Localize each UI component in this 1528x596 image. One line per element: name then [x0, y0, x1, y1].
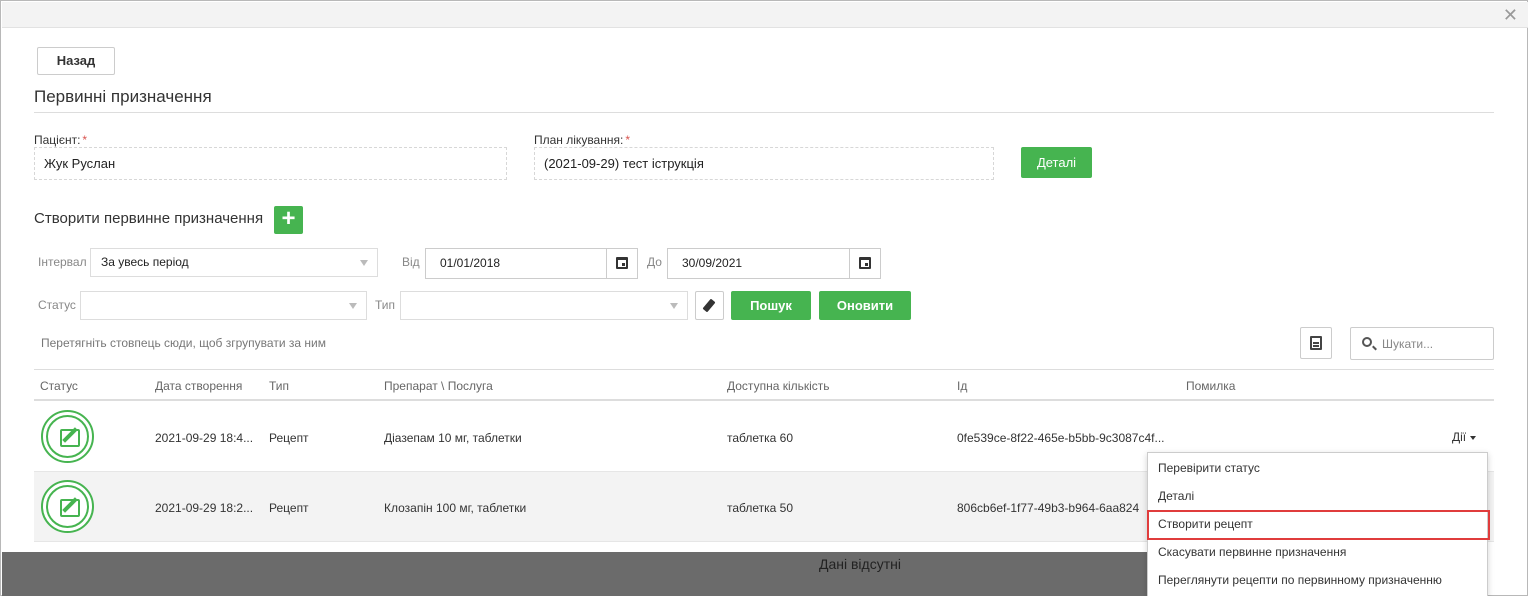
chevron-down-icon: [360, 260, 368, 266]
cell-id: 806cb6ef-1f77-49b3-b964-6aa824: [957, 501, 1140, 515]
menu-item-view-prescriptions[interactable]: Переглянути рецепти по первинному призна…: [1158, 573, 1442, 587]
chevron-down-icon: [670, 303, 678, 309]
group-by-hint: Перетягніть стовпець сюди, щоб згрупуват…: [41, 336, 326, 350]
page-title: Первинні призначення: [34, 87, 212, 106]
grid-header: Статус Дата створення Тип Препарат \ Пос…: [34, 369, 1494, 401]
patient-label-text: Пацієнт:: [34, 133, 81, 147]
title-divider: [34, 112, 1494, 113]
no-data-bar: [2, 552, 1147, 596]
from-date-input[interactable]: 01/01/2018: [425, 248, 638, 279]
patient-field[interactable]: Жук Руслан: [34, 147, 507, 180]
column-header-status[interactable]: Статус: [40, 379, 78, 393]
cell-date: 2021-09-29 18:4...: [155, 431, 254, 445]
column-header-quantity[interactable]: Доступна кількість: [727, 379, 830, 393]
modal-titlebar: ✕: [2, 2, 1528, 28]
edit-icon-ring: [46, 485, 89, 528]
chevron-down-icon: [349, 303, 357, 309]
clear-filters-button[interactable]: [695, 291, 724, 320]
status-label: Статус: [38, 298, 76, 312]
from-date-value: 01/01/2018: [440, 256, 501, 270]
column-header-type[interactable]: Тип: [269, 379, 289, 393]
row-actions-label: Дії: [1452, 430, 1467, 444]
back-button[interactable]: Назад: [37, 47, 115, 75]
from-calendar-button[interactable]: [606, 249, 637, 278]
modal-window: ✕ Назад Первинні призначення Пацієнт: * Ж…: [0, 0, 1528, 596]
export-button[interactable]: [1300, 327, 1332, 359]
plan-label: План лікування: *: [534, 133, 630, 147]
column-header-id[interactable]: Ід: [957, 379, 967, 393]
row-actions-button[interactable]: Дії: [1452, 430, 1477, 444]
menu-item-check-status[interactable]: Перевірити статус: [1158, 461, 1260, 475]
to-date-value: 30/09/2021: [682, 256, 743, 270]
cell-quantity: таблетка 60: [727, 431, 794, 445]
type-label: Тип: [375, 298, 396, 312]
plus-icon: +: [281, 205, 296, 232]
calendar-icon: [859, 257, 871, 269]
column-header-error[interactable]: Помилка: [1186, 379, 1235, 393]
eraser-icon: [702, 298, 716, 313]
search-icon: [1362, 337, 1372, 347]
calendar-icon: [616, 257, 628, 269]
menu-item-details[interactable]: Деталі: [1158, 489, 1194, 503]
plan-label-text: План лікування:: [534, 133, 624, 147]
required-mark: *: [82, 133, 88, 147]
patient-label: Пацієнт: *: [34, 133, 87, 147]
cell-type: Рецепт: [269, 431, 309, 445]
menu-item-cancel-primary[interactable]: Скасувати первинне призначення: [1158, 545, 1346, 559]
cell-drug: Клозапін 100 мг, таблетки: [384, 501, 527, 515]
edit-icon: [41, 410, 94, 463]
create-primary-label: Створити первинне призначення: [34, 210, 264, 227]
edit-icon-ring: [46, 415, 89, 458]
required-mark: *: [625, 133, 630, 147]
grid-search-placeholder: Шукати...: [1382, 337, 1434, 351]
details-button[interactable]: Деталі: [1021, 147, 1092, 178]
no-data-text: Дані відсутні: [819, 556, 901, 572]
grid-search-input[interactable]: Шукати...: [1350, 327, 1494, 360]
column-header-date[interactable]: Дата створення: [155, 379, 242, 393]
cell-drug: Діазепам 10 мг, таблетки: [384, 431, 522, 445]
actions-dropdown-menu: Перевірити статус Деталі Створити рецепт…: [1147, 452, 1490, 596]
to-calendar-button[interactable]: [849, 249, 880, 278]
menu-item-create-prescription[interactable]: Створити рецепт: [1158, 517, 1253, 531]
interval-select[interactable]: За увесь період: [90, 248, 378, 277]
cell-date: 2021-09-29 18:2...: [155, 501, 254, 515]
cell-type: Рецепт: [269, 501, 309, 515]
add-primary-button[interactable]: +: [274, 206, 303, 234]
cell-quantity: таблетка 50: [727, 501, 794, 515]
to-date-input[interactable]: 30/09/2021: [667, 248, 881, 279]
close-icon[interactable]: ✕: [1503, 5, 1518, 25]
from-label: Від: [402, 255, 420, 269]
search-button[interactable]: Пошук: [731, 291, 811, 320]
caret-down-icon: [1470, 435, 1477, 440]
status-select[interactable]: [80, 291, 367, 320]
interval-label: Інтервал: [38, 255, 87, 269]
export-icon: [1310, 336, 1322, 350]
edit-icon: [41, 480, 94, 533]
refresh-button[interactable]: Оновити: [819, 291, 911, 320]
treatment-plan-field[interactable]: (2021-09-29) тест іструкція: [534, 147, 994, 180]
interval-select-value: За увесь період: [101, 255, 189, 269]
to-label: До: [647, 255, 662, 269]
column-header-drug[interactable]: Препарат \ Послуга: [384, 379, 493, 393]
cell-id: 0fe539ce-8f22-465e-b5bb-9c3087c4f...: [957, 431, 1165, 445]
type-select[interactable]: [400, 291, 688, 320]
